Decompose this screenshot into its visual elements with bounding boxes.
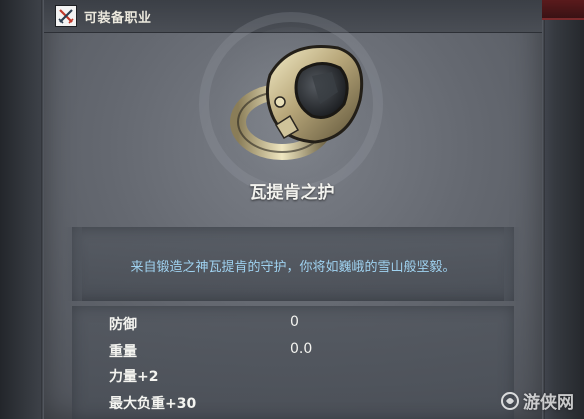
crossed-swords-icon[interactable] (55, 5, 77, 27)
watermark-text: 游侠网 (523, 393, 574, 413)
right-frame-border (542, 0, 584, 419)
stat-weight-label: 重量 (109, 344, 137, 360)
watermark: 游侠网 (500, 388, 574, 413)
stat-defense-value: 0 (290, 314, 299, 330)
corner-accent (542, 0, 584, 20)
item-name: 瓦提肯之护 (249, 183, 335, 203)
watermark-logo-icon (501, 391, 519, 410)
ring-icon (230, 45, 364, 160)
stat-defense-label: 防御 (109, 317, 137, 333)
stat-strength-bonus: 力量+2 (109, 369, 159, 385)
stat-weight-value: 0.0 (290, 341, 313, 357)
item-tooltip-panel: 可装备职业 瓦提肯之护 来自锻造之神瓦提肯的守护，你将如巍峨的雪山般坚毅。 防御… (0, 0, 584, 419)
item-description: 来自锻造之神瓦提肯的守护，你将如巍峨的雪山般坚毅。 (130, 260, 456, 275)
stat-max-load-bonus: 最大负重+30 (109, 396, 197, 412)
left-frame-border (0, 0, 44, 419)
equippable-classes-label[interactable]: 可装备职业 (84, 7, 152, 26)
